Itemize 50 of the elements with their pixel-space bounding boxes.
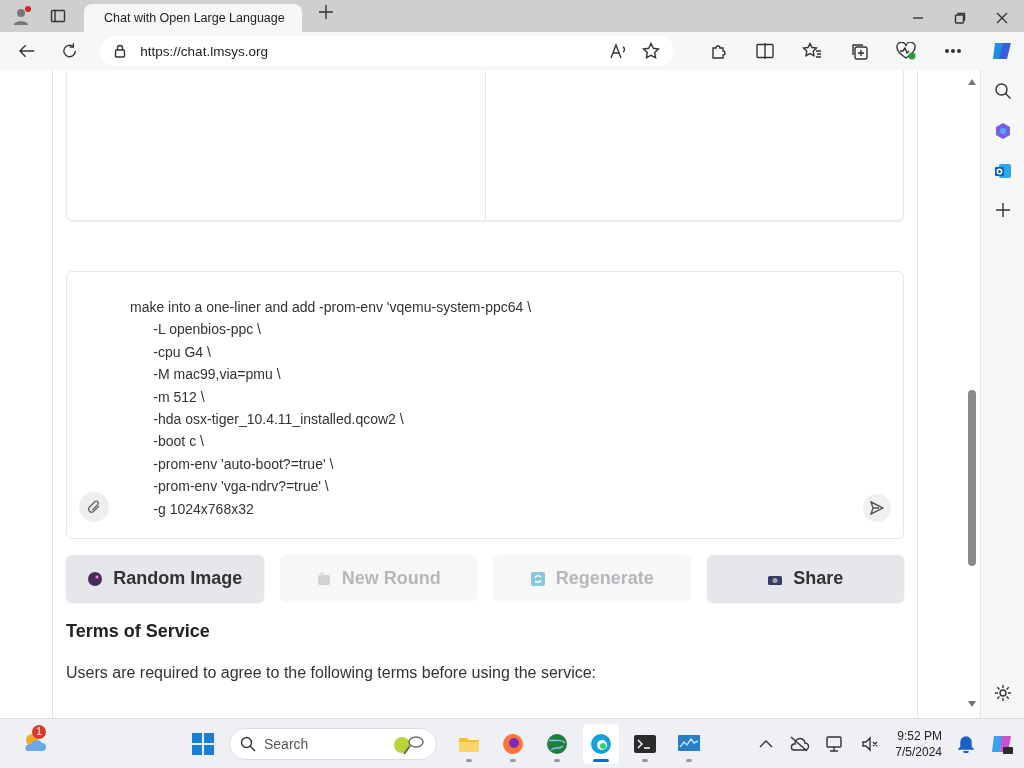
start-icon[interactable] — [191, 731, 215, 756]
split-screen-icon[interactable] — [756, 43, 774, 59]
settings-icon[interactable] — [993, 684, 1012, 702]
add-icon[interactable] — [994, 202, 1011, 218]
clock[interactable]: 9:52 PM 7/5/2024 — [895, 727, 942, 760]
attach-button[interactable] — [79, 492, 109, 522]
url-text: https://chat.lmsys.org — [140, 43, 269, 59]
refresh-icon — [529, 570, 546, 587]
new-tab-icon[interactable] — [318, 4, 334, 20]
tab-title: Chat with Open Large Language — [104, 11, 285, 25]
send-button[interactable] — [863, 494, 891, 522]
search-field[interactable]: Search — [229, 727, 437, 760]
message-field[interactable]: make into a one-liner and add -prom-env 'vqemu-system-ppc64 \ -L openbios-ppc \ -cpu G4 \ -M mac99,via=pmu \ -m 512 \ -hda osx-tiger_10.4.11_installed.qcow2 \ -boot c \ -prom-env 'auto-boot?=true' \ -prom-env 'vga-ndrv?=true' \ -g 1024x768x32 — [66, 271, 904, 539]
action-button[interactable]: Share — [706, 555, 904, 602]
send-icon — [870, 501, 884, 515]
outlook-icon[interactable] — [993, 162, 1012, 180]
dice-icon — [87, 570, 104, 587]
globe-icon — [545, 731, 569, 756]
refresh-icon[interactable] — [61, 42, 79, 60]
puzzle-icon[interactable] — [710, 42, 728, 60]
chevron-up-icon[interactable] — [759, 738, 774, 749]
search-icon — [240, 735, 256, 752]
terms-intro: Users are required to agree to the following terms before using the service: — [66, 663, 598, 683]
more-icon[interactable] — [944, 48, 962, 54]
action-button[interactable]: Random Image — [66, 555, 264, 602]
section-heading: Terms of Service — [66, 620, 211, 642]
favorites-icon[interactable] — [802, 42, 822, 60]
address-bar[interactable]: https://chat.lmsys.org — [100, 36, 674, 66]
browser-tab[interactable]: Chat with Open Large Language — [84, 4, 302, 32]
star-icon[interactable] — [642, 42, 660, 60]
tab-actions-icon[interactable] — [50, 8, 66, 24]
speaker-muted-icon[interactable] — [861, 735, 880, 752]
notification-badge: 1 — [32, 724, 46, 739]
restore-icon[interactable] — [954, 12, 966, 24]
lock-icon — [114, 44, 127, 58]
scroll-down-icon[interactable] — [967, 700, 977, 708]
paperclip-icon — [86, 499, 102, 515]
cloud-off-icon[interactable] — [789, 735, 810, 752]
profile-icon[interactable] — [12, 6, 32, 26]
scrollbar-thumb[interactable] — [968, 390, 976, 566]
close-icon[interactable] — [996, 12, 1008, 24]
back-icon[interactable] — [18, 43, 36, 59]
browser-icon — [589, 731, 613, 756]
scroll-up-icon[interactable] — [967, 78, 977, 86]
bell-icon[interactable] — [958, 734, 974, 753]
search-icon[interactable] — [993, 82, 1012, 100]
health-icon[interactable] — [896, 42, 916, 60]
read-aloud-icon[interactable] — [610, 43, 628, 59]
browser-icon — [501, 731, 525, 756]
collections-icon[interactable] — [850, 42, 868, 60]
